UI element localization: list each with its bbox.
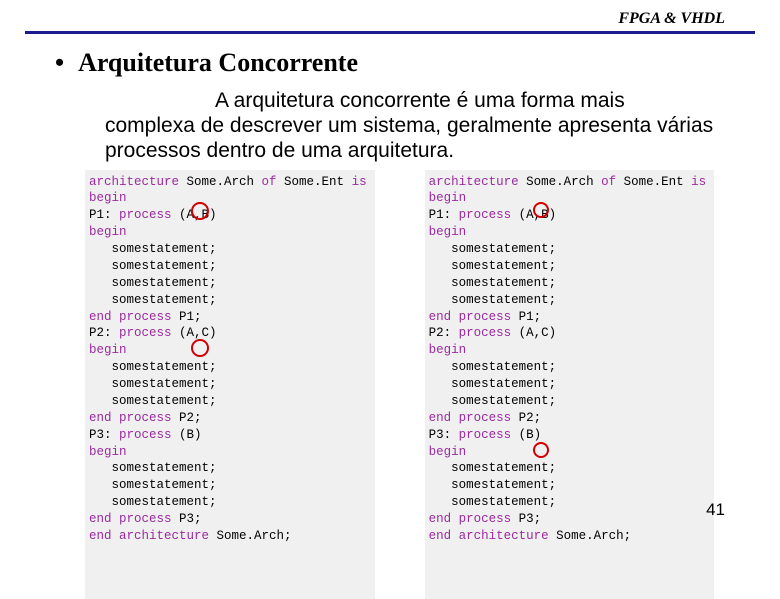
page-number: 41 (706, 500, 725, 520)
code-text: somestatement; (429, 394, 557, 408)
kw: end process (429, 512, 512, 526)
circle-annotation-icon (533, 442, 549, 458)
slide-title: Arquitetura Concorrente (78, 48, 358, 77)
code-text: P2: (89, 326, 119, 340)
kw: begin (89, 191, 127, 205)
code-block-left: architecture Some.Arch of Some.Ent is be… (85, 170, 375, 599)
code-text: somestatement; (89, 360, 217, 374)
code-text: somestatement; (89, 478, 217, 492)
code-text: P1: (89, 208, 119, 222)
kw: begin (429, 445, 467, 459)
code-text: Some.Ent (277, 175, 352, 189)
kw: end process (89, 411, 172, 425)
code-text: (B) (511, 428, 541, 442)
code-text: somestatement; (89, 259, 217, 273)
code-text: somestatement; (429, 495, 557, 509)
kw: begin (89, 445, 127, 459)
code-text: (A,C) (172, 326, 217, 340)
kw: of (262, 175, 277, 189)
code-text: P3; (511, 512, 541, 526)
header-label: FPGA & VHDL (25, 10, 755, 31)
code-text: somestatement; (429, 276, 557, 290)
kw: process (119, 326, 172, 340)
kw: architecture (429, 175, 519, 189)
kw: begin (429, 225, 467, 239)
kw: architecture (89, 175, 179, 189)
code-text: somestatement; (429, 259, 557, 273)
kw: begin (89, 343, 127, 357)
kw: end process (429, 310, 512, 324)
code-text: (A,C) (511, 326, 556, 340)
code-text: somestatement; (89, 495, 217, 509)
kw: is (352, 175, 367, 189)
code-text: Some.Arch (179, 175, 262, 189)
code-text: (A,B) (511, 208, 556, 222)
code-text: P1; (172, 310, 202, 324)
code-row: architecture Some.Arch of Some.Ent is be… (25, 170, 755, 599)
kw: process (119, 428, 172, 442)
bullet-icon: • (55, 48, 73, 78)
code-text: somestatement; (89, 461, 217, 475)
kw: of (601, 175, 616, 189)
kw: end process (89, 512, 172, 526)
divider (25, 31, 755, 34)
code-text: somestatement; (429, 293, 557, 307)
kw: end process (89, 310, 172, 324)
code-text: somestatement; (429, 478, 557, 492)
code-text: P2; (172, 411, 202, 425)
code-text: Some.Arch; (549, 529, 632, 543)
code-text: (B) (172, 428, 202, 442)
code-text: P1; (511, 310, 541, 324)
kw: end process (429, 411, 512, 425)
kw: process (119, 208, 172, 222)
circle-annotation-icon (191, 339, 209, 357)
code-text: Some.Ent (616, 175, 691, 189)
kw: process (459, 326, 512, 340)
kw: end architecture (89, 529, 209, 543)
code-text: (A,B) (172, 208, 217, 222)
kw: process (459, 428, 512, 442)
slide-title-row: • Arquitetura Concorrente (25, 48, 755, 78)
body-paragraph: A arquitetura concorrente é uma forma ma… (25, 88, 755, 164)
code-text: P2: (429, 326, 459, 340)
code-text: somestatement; (89, 242, 217, 256)
kw: begin (429, 191, 467, 205)
code-block-right: architecture Some.Arch of Some.Ent is be… (425, 170, 715, 599)
code-text: somestatement; (89, 276, 217, 290)
code-text: Some.Arch (519, 175, 602, 189)
code-text: somestatement; (429, 360, 557, 374)
code-text: somestatement; (89, 293, 217, 307)
kw: is (691, 175, 706, 189)
kw: process (459, 208, 512, 222)
code-text: somestatement; (429, 461, 557, 475)
code-text: P1: (429, 208, 459, 222)
code-text: somestatement; (429, 242, 557, 256)
code-text: somestatement; (89, 394, 217, 408)
kw: begin (429, 343, 467, 357)
code-text: P3: (429, 428, 459, 442)
kw: begin (89, 225, 127, 239)
code-text: P3; (172, 512, 202, 526)
code-text: somestatement; (429, 377, 557, 391)
code-text: P2; (511, 411, 541, 425)
kw: end architecture (429, 529, 549, 543)
code-text: P3: (89, 428, 119, 442)
code-text: somestatement; (89, 377, 217, 391)
code-text: Some.Arch; (209, 529, 292, 543)
